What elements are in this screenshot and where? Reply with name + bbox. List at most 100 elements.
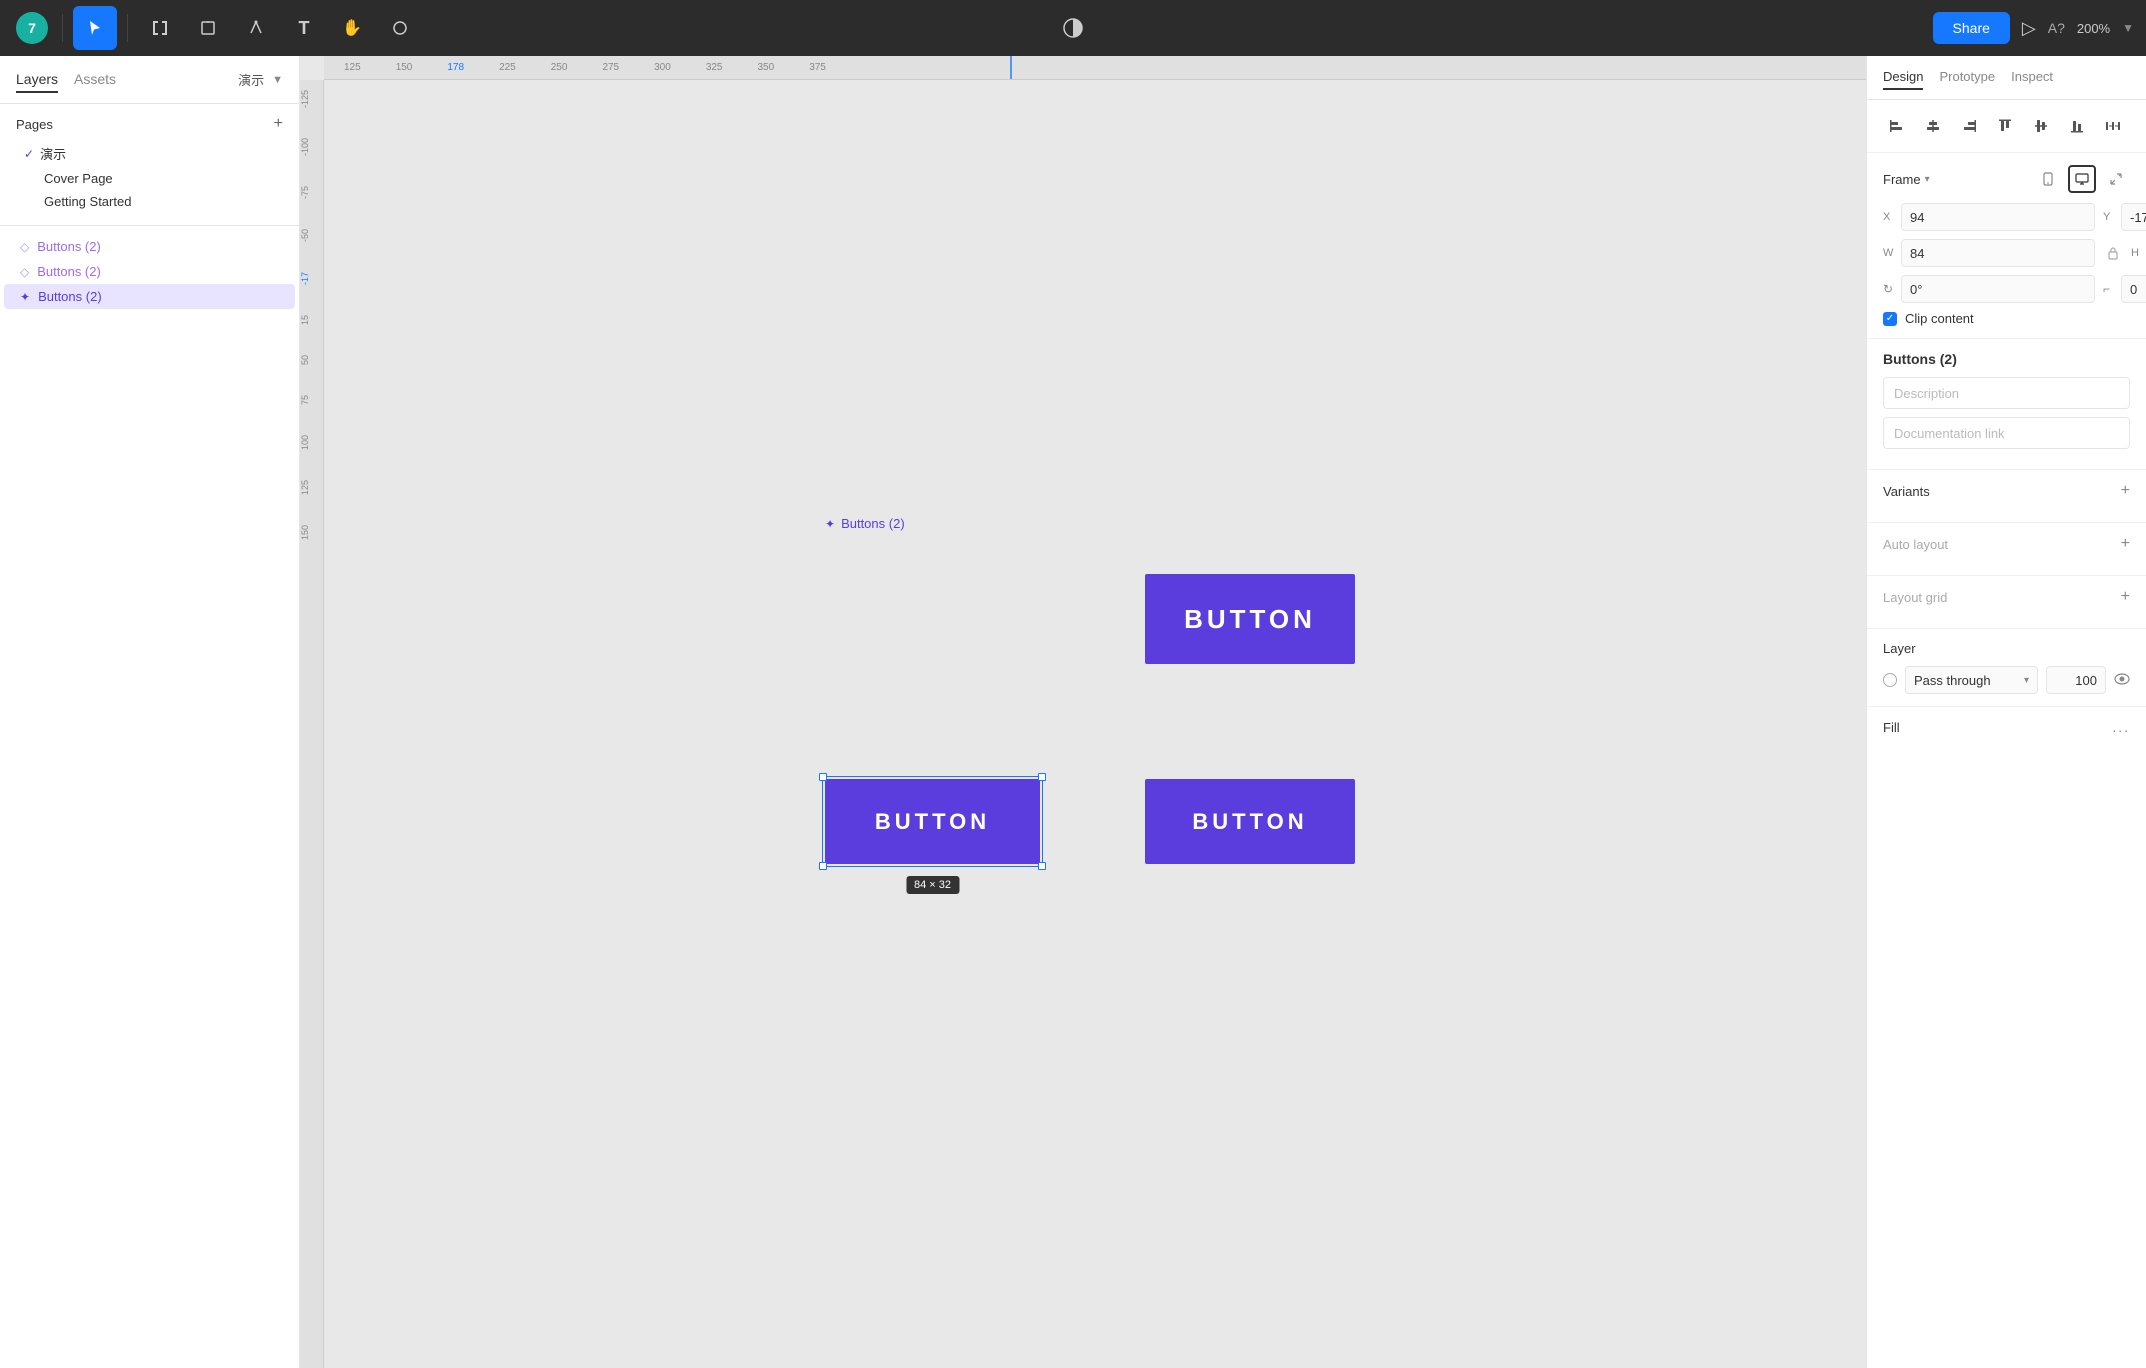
share-button[interactable]: Share [1933,12,2010,44]
pages-title: Pages [16,117,53,132]
add-variant-button[interactable]: + [2121,482,2130,500]
page-item-getting-started[interactable]: Getting Started [16,190,283,213]
rotation-corner-row: ↻ ⌐ [1883,275,2130,303]
distribute-h-button[interactable] [2099,112,2127,140]
layer-label-2: Buttons (2) [38,289,102,304]
prototype-tab[interactable]: Prototype [1939,65,1995,90]
left-panel-header: Layers Assets 演示 ▼ [0,56,299,104]
move-tool-icon [86,19,104,37]
canvas-viewport[interactable]: ✦ Buttons (2) BUTTON [324,80,1866,1368]
h-label: H [2131,247,2145,259]
layer-section-title: Layer [1883,641,2130,656]
align-top-button[interactable] [1991,112,2019,140]
move-tool-button[interactable] [73,6,117,50]
zoom-level[interactable]: 200% [2077,21,2110,36]
eye-icon [2114,673,2130,685]
contrast-icon [1062,17,1084,39]
frame-desktop-icon[interactable] [2068,165,2096,193]
shape-tool-button[interactable] [186,6,230,50]
align-center-h-icon [1925,118,1941,134]
v-ruler-minus50: -50 [300,229,323,242]
horizontal-ruler: 125 150 178 225 250 275 300 325 350 375 [324,56,1866,80]
contrast-button[interactable] [1051,6,1095,50]
toolbar-divider-1 [62,14,63,42]
pen-tool-icon [247,19,265,37]
design-tab[interactable]: Design [1883,65,1923,90]
toolbar-divider-2 [127,14,128,42]
frame-phone-icon[interactable] [2034,165,2062,193]
align-middle-button[interactable] [2027,112,2055,140]
demo-dropdown-arrow[interactable]: ▼ [272,74,283,86]
auto-layout-title: Auto layout [1883,537,1948,552]
frame-title-label: Frame [1883,172,1921,187]
left-panel-actions: 演示 ▼ [238,70,283,89]
layer-item-0[interactable]: ◇ Buttons (2) [4,234,295,259]
description-input[interactable] [1883,377,2130,409]
w-input[interactable] [1901,239,2095,267]
variants-section: Variants + [1867,470,2146,523]
pages-header: Pages + [16,116,283,132]
v-ruler-minus100: -100 [300,138,323,156]
hand-tool-button[interactable]: ✋ [330,6,374,50]
canvas-frame-group: ✦ Buttons (2) BUTTON [815,544,1375,904]
logo-button[interactable]: 7 [12,8,52,48]
checkbox-check-icon: ✓ [1886,313,1894,324]
right-panel: Design Prototype Inspect [1866,56,2146,1368]
text-tool-button[interactable]: T [282,6,326,50]
button-label-bottom-left: BUTTON [875,809,990,835]
corner-group: ⌐ [2103,275,2146,303]
rotation-input[interactable] [1901,275,2095,303]
assets-tab[interactable]: Assets [74,67,116,93]
layer-label-0: Buttons (2) [37,239,101,254]
layer-item-2[interactable]: ✦ Buttons (2) [4,284,295,309]
right-panel-tabs: Design Prototype Inspect [1867,56,2146,100]
blend-mode-select[interactable]: Pass through ▾ [1905,666,2038,694]
lock-icon [2107,245,2119,261]
clip-content-checkbox[interactable]: ✓ [1883,312,1897,326]
canvas-button-bottom-right[interactable]: BUTTON [1145,779,1355,864]
fill-options-button[interactable]: ... [2112,719,2130,735]
layer-item-1[interactable]: ◇ Buttons (2) [4,259,295,284]
page-item-cover[interactable]: Cover Page [16,167,283,190]
align-left-button[interactable] [1883,112,1911,140]
align-center-h-button[interactable] [1919,112,1947,140]
lock-ratio-button[interactable] [2107,245,2119,261]
inspect-tab[interactable]: Inspect [2011,65,2053,90]
add-layout-grid-button[interactable]: + [2121,588,2130,606]
distribute-h-icon [2105,118,2121,134]
frame-tool-button[interactable] [138,6,182,50]
layout-grid-header: Layout grid + [1883,588,2130,606]
visibility-toggle[interactable] [2114,672,2130,688]
resize-icon-svg [2109,172,2123,186]
layers-tab[interactable]: Layers [16,67,58,93]
frame-dropdown-arrow[interactable]: ▾ [1925,174,1930,185]
x-input[interactable] [1901,203,2095,231]
alignment-section [1867,100,2146,153]
corner-radius-input[interactable] [2121,275,2146,303]
pen-tool-button[interactable] [234,6,278,50]
text-tool-icon: T [299,18,310,39]
toolbar-center [1051,6,1095,50]
zoom-dropdown-arrow[interactable]: ▼ [2122,21,2134,35]
frame-section: Frame ▾ [1867,153,2146,339]
frame-resize-icon[interactable] [2102,165,2130,193]
toolbar: 7 [0,0,2146,56]
button-label-bottom-right: BUTTON [1192,809,1307,835]
canvas-button-top-right[interactable]: BUTTON [1145,574,1355,664]
v-ruler-minus125: -125 [300,90,323,108]
canvas-area[interactable]: 125 150 178 225 250 275 300 325 350 375 … [300,56,1866,1368]
opacity-input[interactable] [2046,666,2106,694]
add-auto-layout-button[interactable]: + [2121,535,2130,553]
frame-label: ✦ Buttons (2) [825,516,905,531]
align-right-button[interactable] [1955,112,1983,140]
align-bottom-button[interactable] [2063,112,2091,140]
y-input[interactable] [2121,203,2146,231]
canvas-button-bottom-left[interactable]: BUTTON [825,779,1040,864]
page-item-yanshi[interactable]: ✓ 演示 [16,140,283,167]
play-button[interactable]: ▷ [2022,18,2036,39]
y-group: Y [2103,203,2146,231]
comment-tool-button[interactable] [378,6,422,50]
v-ruler-100: 100 [300,435,323,450]
doc-link-input[interactable] [1883,417,2130,449]
add-page-button[interactable]: + [274,116,283,132]
